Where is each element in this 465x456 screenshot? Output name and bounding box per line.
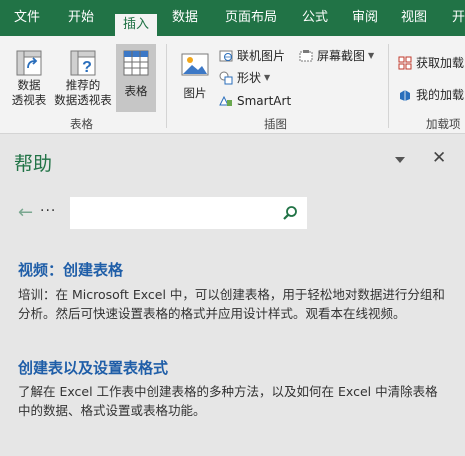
- tab-insert[interactable]: 插入: [115, 14, 158, 36]
- help-result-title[interactable]: 视频：创建表格: [18, 259, 123, 280]
- back-arrow-icon[interactable]: ←: [18, 203, 33, 223]
- smartart-button[interactable]: SmartArt: [219, 92, 291, 110]
- help-pane-title: 帮助: [14, 153, 53, 175]
- picture-icon: [179, 48, 211, 80]
- tab-formulas[interactable]: 公式: [302, 8, 328, 28]
- pivottable-button[interactable]: 数据 透视表: [6, 48, 52, 110]
- help-pane: 帮助 ✕ ← ··· 视频：创建表格 培训：在 Microsoft Excel …: [0, 135, 465, 456]
- tab-view[interactable]: 视图: [401, 8, 427, 28]
- svg-text:?: ?: [82, 59, 92, 76]
- my-addins-label: 我的加载: [416, 88, 465, 102]
- table-icon: [121, 48, 151, 78]
- search-icon[interactable]: [282, 205, 298, 221]
- picture-button[interactable]: 图片: [176, 48, 214, 110]
- tab-overflow[interactable]: 开: [452, 8, 465, 28]
- help-result-title[interactable]: 创建表以及设置表格式: [18, 357, 168, 378]
- more-options-icon[interactable]: ···: [40, 201, 56, 221]
- pivottable-label-1: 数据: [17, 78, 41, 92]
- ribbon-tab-bar: 文件 开始 插入 数据 页面布局 公式 审阅 视图 开: [0, 0, 465, 36]
- smartart-icon: [219, 94, 233, 108]
- recommended-pivottable-icon: ?: [68, 48, 98, 78]
- online-picture-icon: [219, 49, 233, 63]
- pivottable-icon: [14, 48, 44, 78]
- tab-home[interactable]: 开始: [68, 8, 94, 28]
- ribbon-separator: [166, 44, 167, 128]
- get-addins-button[interactable]: 获取加载: [398, 54, 464, 72]
- close-icon[interactable]: ✕: [432, 148, 446, 168]
- screenshot-icon: [299, 49, 313, 63]
- table-label: 表格: [124, 84, 148, 98]
- smartart-label: SmartArt: [237, 94, 292, 108]
- ribbon-insert: 数据 透视表 ? 推荐的 数据透视表 表格 表格 图片 联机图片 形状 ▼ Sm…: [0, 36, 465, 134]
- my-addins-button[interactable]: 我的加载: [398, 86, 464, 104]
- store-icon: [398, 56, 412, 70]
- shapes-dropdown-icon: ▼: [264, 73, 271, 82]
- pivottable-label-2: 透视表: [11, 93, 47, 107]
- illustrations-group-label: 插图: [264, 117, 287, 131]
- help-search-input[interactable]: [70, 197, 307, 229]
- shapes-button[interactable]: 形状 ▼: [219, 69, 270, 87]
- help-result-description: 培训：在 Microsoft Excel 中，可以创建表格，用于轻松地对数据进行…: [18, 287, 445, 321]
- screenshot-dropdown-icon: ▼: [368, 51, 375, 60]
- table-button[interactable]: 表格: [116, 44, 156, 112]
- online-picture-button[interactable]: 联机图片: [219, 47, 285, 65]
- tab-review[interactable]: 审阅: [352, 8, 378, 28]
- recommended-pivottable-label-1: 推荐的: [65, 78, 101, 92]
- pane-options-dropdown-icon[interactable]: [395, 157, 405, 163]
- tab-page-layout[interactable]: 页面布局: [225, 8, 277, 28]
- recommended-pivottable-label-2: 数据透视表: [54, 93, 112, 107]
- my-addins-icon: [398, 88, 412, 102]
- tab-file[interactable]: 文件: [14, 8, 40, 28]
- ribbon-separator: [388, 44, 389, 128]
- get-addins-label: 获取加载: [416, 56, 465, 70]
- screenshot-button[interactable]: 屏幕截图 ▼: [299, 47, 374, 65]
- shapes-icon: [219, 71, 233, 85]
- tab-data[interactable]: 数据: [172, 8, 198, 28]
- screenshot-label: 屏幕截图: [317, 49, 366, 63]
- shapes-label: 形状: [237, 71, 262, 85]
- tables-group-label: 表格: [70, 117, 93, 131]
- recommended-pivottable-button[interactable]: ? 推荐的 数据透视表: [52, 48, 114, 110]
- help-result-description: 了解在 Excel 工作表中创建表格的多种方法，以及如何在 Excel 中清除表…: [18, 384, 438, 418]
- online-picture-label: 联机图片: [237, 49, 286, 63]
- picture-label: 图片: [183, 86, 207, 100]
- excel-window: 文件 开始 插入 数据 页面布局 公式 审阅 视图 开 数据 透视表 ? 推荐的…: [0, 0, 465, 456]
- addins-group-label: 加载项: [426, 117, 461, 131]
